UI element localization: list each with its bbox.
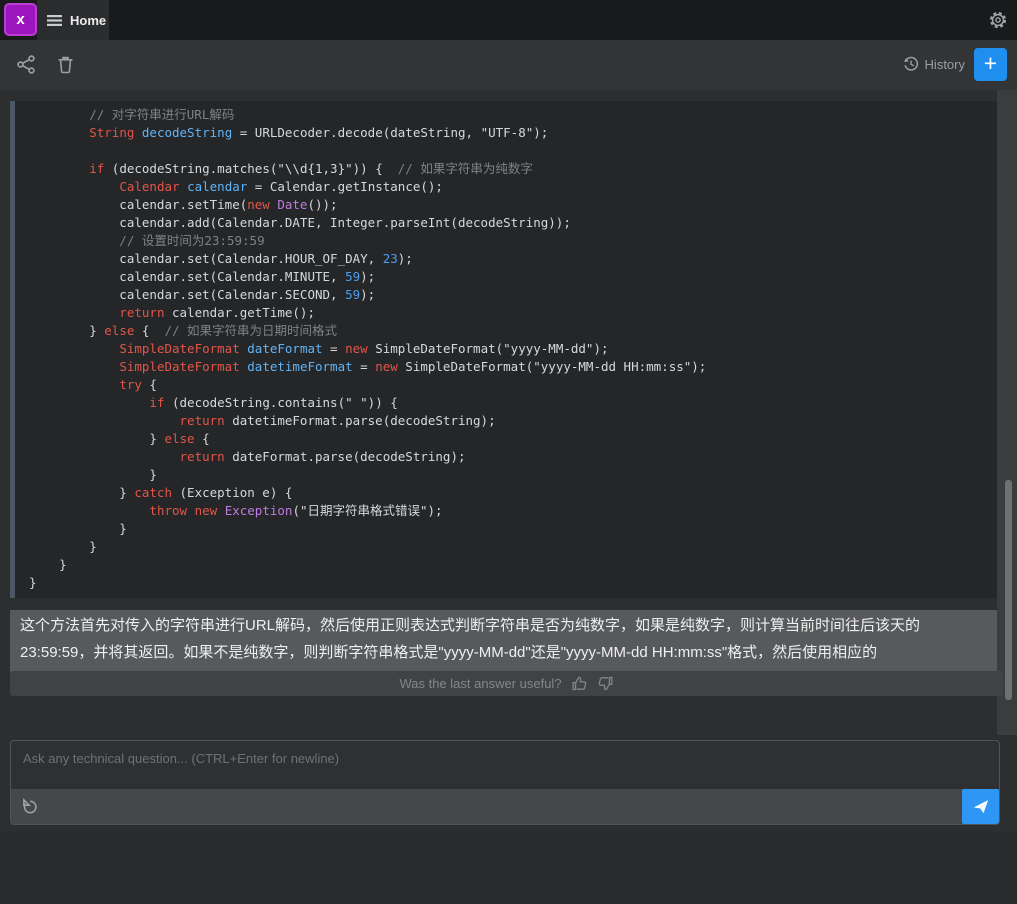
code-line: }	[29, 466, 157, 482]
question-composer	[10, 740, 1000, 825]
feedback-bar: Was the last answer useful?	[10, 671, 1003, 696]
code-line: } else { // 如果字符串为日期时间格式	[29, 322, 338, 338]
tab-home-label: Home	[70, 12, 107, 28]
composer-toolbar	[11, 789, 999, 824]
gear-icon[interactable]	[989, 11, 1007, 29]
code-line: return datetimeFormat.parse(decodeString…	[179, 412, 496, 428]
code-line: } catch (Exception e) {	[29, 484, 293, 500]
answer-message: // 对字符串进行URL解码 String decodeString = URL…	[10, 88, 997, 693]
code-line: throw new Exception("日期字符串格式错误");	[149, 502, 443, 518]
code-line: }	[29, 556, 67, 572]
code-line: SimpleDateFormat dateFormat = new Simple…	[119, 340, 609, 356]
thumbs-up-icon[interactable]	[571, 675, 588, 692]
code-line: }	[29, 574, 37, 590]
question-input[interactable]	[11, 741, 999, 789]
code-block: // 对字符串进行URL解码 String decodeString = URL…	[10, 100, 997, 598]
thumbs-down-icon[interactable]	[597, 675, 614, 692]
code-line: } else {	[29, 430, 210, 446]
app-logo: x	[4, 3, 37, 36]
plus-icon: +	[983, 50, 998, 76]
code-lines: // 对字符串进行URL解码 String decodeString = URL…	[29, 106, 983, 592]
new-chat-button[interactable]: +	[974, 48, 1007, 81]
share-icon[interactable]	[16, 54, 37, 75]
code-line: Calendar calendar = Calendar.getInstance…	[119, 178, 443, 194]
code-line: calendar.set(Calendar.SECOND, 59);	[29, 286, 376, 302]
hamburger-icon	[47, 14, 62, 26]
feedback-question: Was the last answer useful?	[399, 676, 562, 691]
trash-icon[interactable]	[55, 54, 76, 75]
history-icon	[903, 56, 918, 71]
code-line: if (decodeString.matches("\\d{1,3}")) { …	[89, 160, 533, 176]
history-label: History	[924, 56, 965, 72]
code-line: calendar.set(Calendar.MINUTE, 59);	[29, 268, 376, 284]
app-logo-letter: x	[16, 11, 25, 28]
code-line: try {	[119, 376, 157, 392]
code-line: String decodeString = URLDecoder.decode(…	[89, 124, 549, 140]
code-line: // 设置时间为23:59:59	[29, 232, 265, 248]
code-line: if (decodeString.contains(" ")) {	[149, 394, 398, 410]
top-bar: x Home	[0, 0, 1017, 40]
send-icon	[973, 800, 989, 814]
code-line: return dateFormat.parse(decodeString);	[179, 448, 466, 464]
undo-icon[interactable]	[21, 797, 39, 816]
code-line: calendar.set(Calendar.HOUR_OF_DAY, 23);	[29, 250, 413, 266]
code-line: }	[29, 520, 127, 536]
code-line: }	[29, 538, 97, 554]
code-line: calendar.add(Calendar.DATE, Integer.pars…	[29, 214, 571, 230]
code-line: return calendar.getTime();	[119, 304, 315, 320]
footer: Shortcuts ? Explain Code	[0, 832, 1017, 904]
code-line: SimpleDateFormat datetimeFormat = new Si…	[119, 358, 707, 374]
code-line: // 对字符串进行URL解码	[29, 106, 235, 122]
scrollbar-thumb[interactable]	[1005, 480, 1012, 700]
history-button[interactable]: History	[903, 56, 965, 72]
chat-toolbar: History +	[0, 40, 1017, 90]
tab-home[interactable]: Home	[37, 0, 109, 40]
code-line: calendar.setTime(new Date());	[29, 196, 338, 212]
send-button[interactable]	[962, 789, 999, 824]
app-window: x Home History + // 对字符串进行URL解码 String d…	[0, 0, 1017, 904]
